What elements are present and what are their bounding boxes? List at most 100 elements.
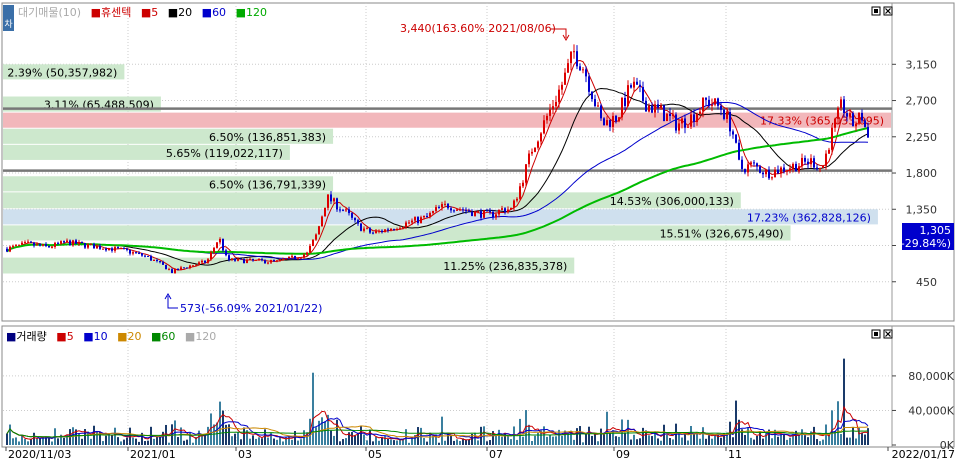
volume-bar xyxy=(705,438,707,445)
volume-bar xyxy=(240,439,242,445)
candle-body xyxy=(366,228,368,230)
candle-body xyxy=(663,105,665,122)
candle-body xyxy=(777,169,779,174)
volume-bar xyxy=(81,438,83,445)
candle-body xyxy=(768,169,770,179)
candle-body xyxy=(150,256,152,261)
volume-bar xyxy=(582,442,584,445)
candle-body xyxy=(786,170,788,172)
volume-bar xyxy=(750,437,752,445)
candle-body xyxy=(378,230,380,232)
volume-bar xyxy=(630,439,632,445)
candle-body xyxy=(303,254,305,258)
volume-bar xyxy=(651,436,653,445)
volume-bar xyxy=(261,438,263,445)
volume-bar xyxy=(474,432,476,445)
candle-body xyxy=(537,141,539,148)
y-tick-label: 3,150 xyxy=(906,58,938,71)
volume-bar xyxy=(681,437,683,445)
candle-body xyxy=(471,211,473,216)
candle-body xyxy=(39,244,41,246)
candle-body xyxy=(330,194,332,202)
candle-body xyxy=(63,241,65,243)
candle-body xyxy=(363,228,365,231)
candle-body xyxy=(48,246,50,248)
candle-body xyxy=(498,209,500,215)
volume-bar xyxy=(759,431,761,445)
candle-body xyxy=(210,252,212,260)
candle-body xyxy=(759,166,761,173)
volume-bar xyxy=(561,435,563,445)
candle-body xyxy=(84,243,86,248)
volume-bar xyxy=(57,438,59,445)
candle-body xyxy=(732,131,734,135)
candle-body xyxy=(381,230,383,233)
candle-body xyxy=(123,248,125,250)
candle-body xyxy=(114,247,116,251)
volume-bar xyxy=(405,429,407,445)
candle-body xyxy=(756,163,758,167)
volume-bar xyxy=(426,441,428,445)
volume-bar xyxy=(300,439,302,445)
volume-bar xyxy=(183,440,185,445)
candle-body xyxy=(828,149,830,154)
candle-body xyxy=(483,210,485,218)
volume-profile-label: 2.39% (50,357,982) xyxy=(7,66,117,79)
volume-bar xyxy=(687,440,689,445)
candle-body xyxy=(120,248,122,250)
last-price-value: 1,305 xyxy=(920,224,952,237)
candle-body xyxy=(687,126,689,128)
candle-body xyxy=(438,207,440,209)
candle-body xyxy=(576,51,578,67)
candle-body xyxy=(795,163,797,172)
candle-body xyxy=(423,215,425,218)
volume-bar xyxy=(441,416,443,445)
candle-body xyxy=(354,217,356,221)
candle-body xyxy=(735,134,737,143)
candle-body xyxy=(324,207,326,217)
volume-bar xyxy=(459,440,461,445)
candle-body xyxy=(159,260,161,263)
candle-body xyxy=(543,120,545,134)
volume-bar xyxy=(366,440,368,445)
volume-bar xyxy=(840,434,842,445)
volume-bar xyxy=(585,434,587,445)
candle-body xyxy=(333,198,335,202)
volume-bar xyxy=(123,439,125,445)
candle-body xyxy=(249,258,251,260)
volume-bar xyxy=(132,437,134,445)
candle-body xyxy=(729,112,731,132)
candle-body xyxy=(252,258,254,261)
candle-body xyxy=(753,162,755,164)
candle-body xyxy=(360,223,362,231)
candle-body xyxy=(396,229,398,231)
volume-bar xyxy=(192,442,194,445)
volume-bar xyxy=(669,438,671,445)
candle-body xyxy=(174,268,176,273)
vol-y-tick-label: 40,000K xyxy=(908,404,954,417)
candle-body xyxy=(489,210,491,212)
candle-body xyxy=(840,99,842,108)
candle-body xyxy=(744,168,746,173)
candle-body xyxy=(168,269,170,271)
candle-body xyxy=(534,147,536,152)
volume-bar xyxy=(396,440,398,445)
candle-body xyxy=(645,100,647,112)
volume-bar xyxy=(708,435,710,445)
stock-chart[interactable]: 2.39% (50,357,982) 3.11% (65,488,509) 6.50… xyxy=(0,0,957,461)
candle-body xyxy=(849,113,851,117)
volume-bar xyxy=(714,434,716,445)
volume-bar xyxy=(354,435,356,445)
candle-body xyxy=(66,240,68,243)
candle-body xyxy=(648,105,650,112)
candle-body xyxy=(807,161,809,165)
candle-body xyxy=(798,166,800,172)
candle-body xyxy=(567,63,569,73)
candle-body xyxy=(669,113,671,117)
candle-body xyxy=(573,51,575,53)
candle-body xyxy=(15,244,17,246)
candle-body xyxy=(507,209,509,213)
volume-bar xyxy=(324,421,326,445)
volume-bar xyxy=(735,400,737,445)
candle-body xyxy=(345,209,347,211)
